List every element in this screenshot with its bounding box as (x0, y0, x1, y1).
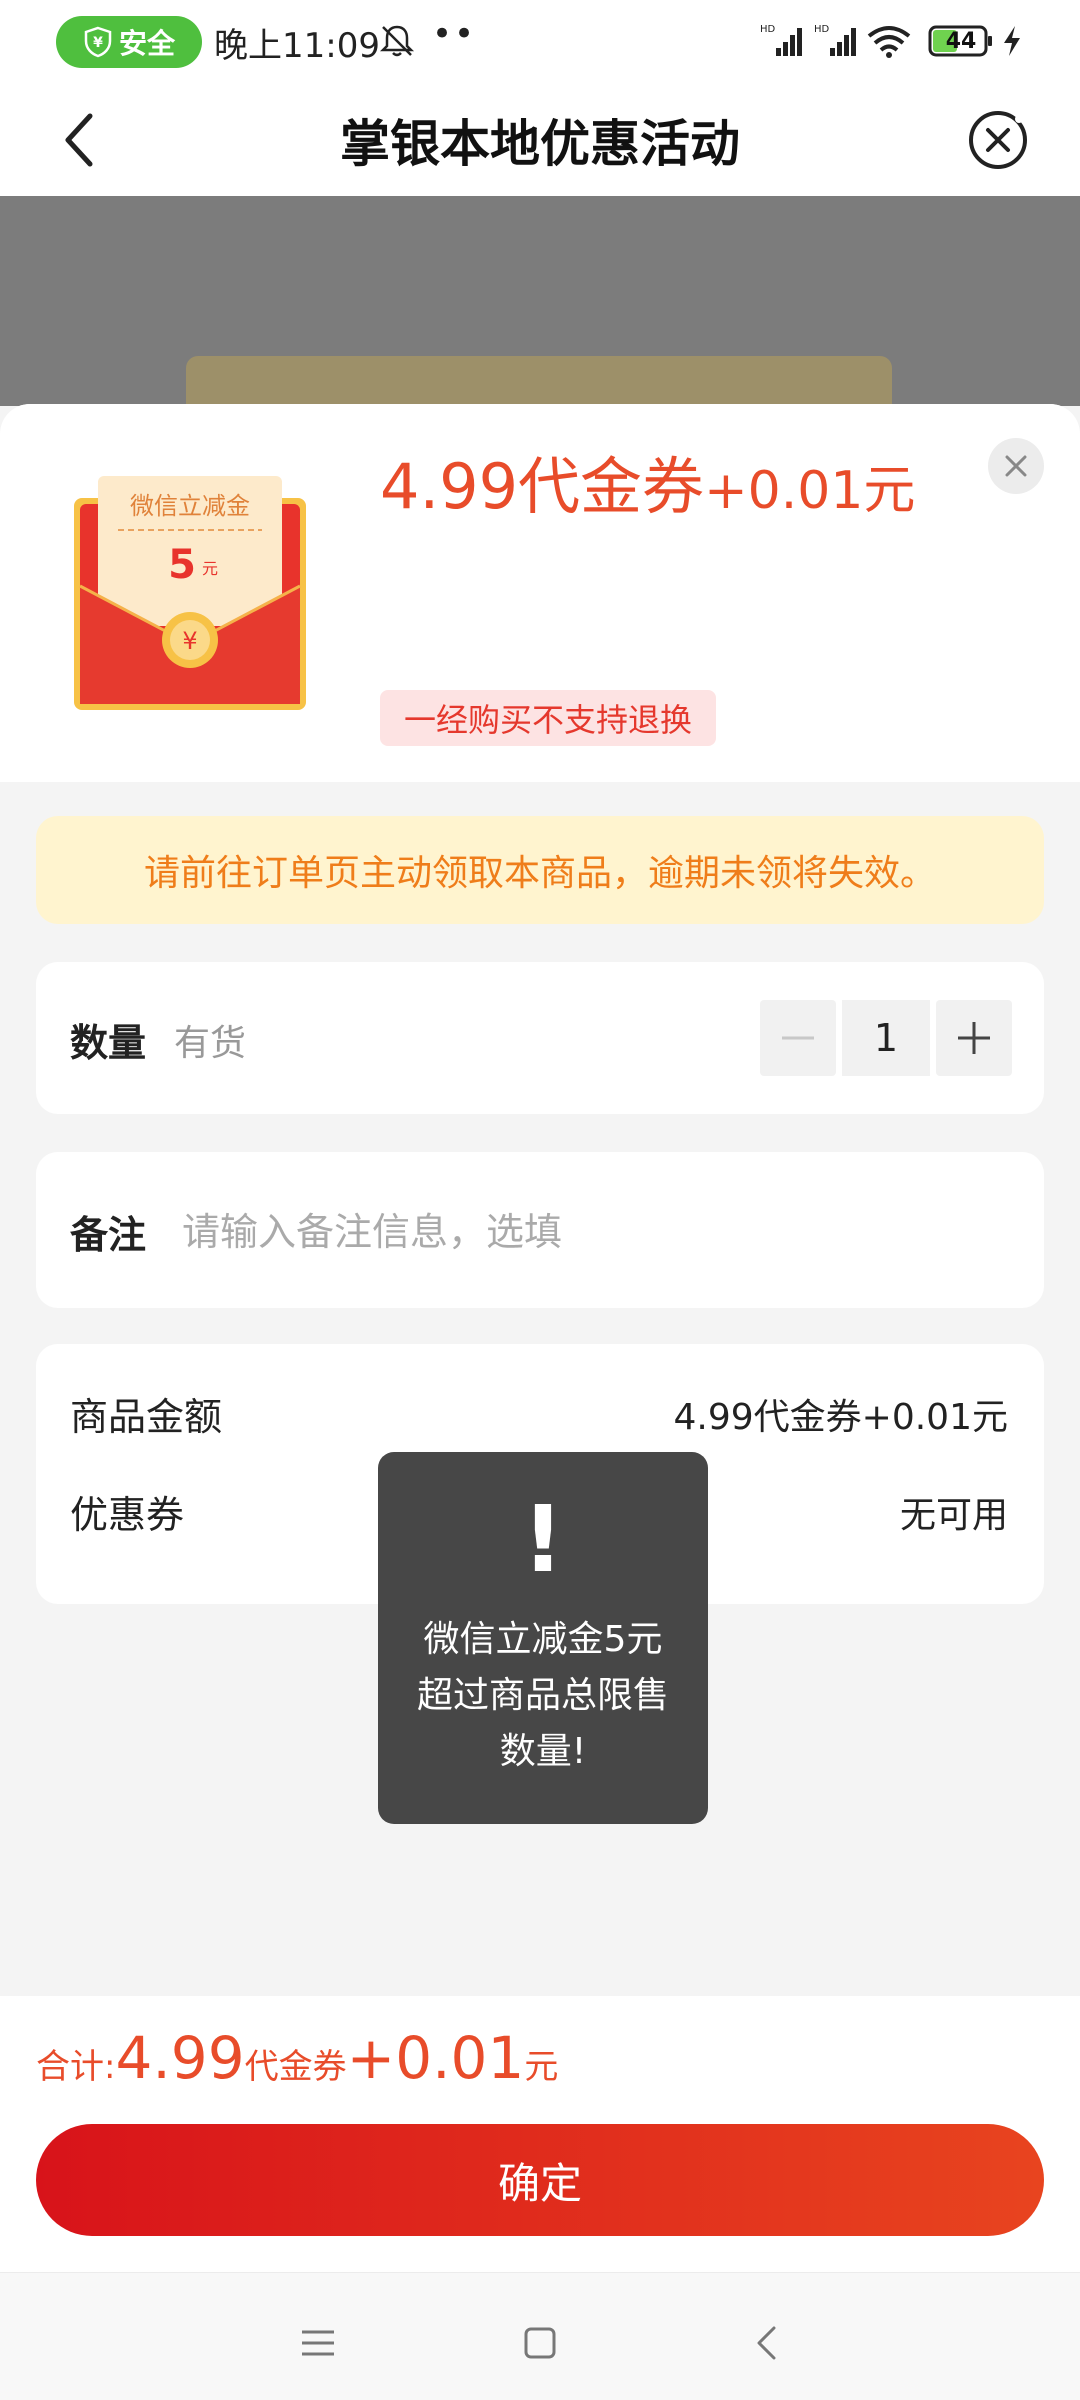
menu-nav-button[interactable] (288, 2313, 348, 2373)
error-toast: ! 微信立减金5元 超过商品总限售数量! (378, 1452, 708, 1824)
safe-label: 安全 (118, 27, 175, 60)
safe-badge: ¥ 安全 (56, 16, 202, 68)
svg-text:HD: HD (760, 24, 776, 35)
back-icon (757, 2326, 776, 2360)
more-dots: •• (432, 14, 477, 54)
background-ticket (186, 356, 892, 406)
menu-icon (302, 2330, 334, 2356)
total-unit-2: 元 (524, 2047, 559, 2087)
amount-value: 4.99代金券+0.01元 (673, 1397, 1008, 1438)
coupon-image-title: 微信立减金 (130, 492, 250, 520)
backdrop-overlay[interactable] (0, 196, 1080, 406)
bottom-action-bar: 合计: 4.99 代金券 + 0.01 元 确定 (0, 1996, 1080, 2272)
purchase-sheet: 微信立减金 5 元 ¥ 4.99代金券+0.01元 一经购买不支持退换 请前往订… (0, 404, 1080, 2000)
notice-banner: 请前往订单页主动领取本商品，逾期未领将失效。 (36, 816, 1044, 924)
stock-status: 有货 (174, 1023, 247, 1064)
coupon-label: 优惠券 (70, 1493, 185, 1537)
decrease-button[interactable] (760, 1000, 836, 1076)
coupon-image-amount: 5 (168, 542, 196, 588)
price-main: 4.99代金券 (380, 450, 705, 523)
coupon-value[interactable]: 无可用 (900, 1486, 1008, 1538)
home-nav-button[interactable] (510, 2313, 570, 2373)
total-price: 合计: 4.99 代金券 + 0.01 元 (36, 2024, 558, 2092)
shield-icon: ¥ (84, 26, 112, 58)
clock: 晚上11:09 (214, 26, 380, 66)
signal-icon: HD (760, 24, 802, 56)
price-plus: +0.01元 (704, 461, 916, 521)
charging-icon (1004, 26, 1020, 56)
close-circle-icon (969, 111, 1027, 169)
product-header: 微信立减金 5 元 ¥ 4.99代金券+0.01元 一经购买不支持退换 (0, 404, 1080, 782)
minus-icon (782, 1036, 814, 1040)
wifi-icon (867, 26, 911, 58)
quantity-card: 数量 有货 1 (36, 962, 1044, 1114)
bell-muted-icon (379, 25, 415, 57)
product-price-title: 4.99代金券+0.01元 (380, 436, 915, 526)
note-label: 备注 (70, 1213, 147, 1257)
total-unit-1: 代金券 (244, 2047, 347, 2087)
svg-text:¥: ¥ (182, 627, 197, 655)
battery-level: 44 (945, 28, 977, 54)
total-plus: + (346, 2024, 396, 2092)
quantity-value[interactable]: 1 (842, 1000, 930, 1076)
close-sheet-button[interactable] (988, 438, 1044, 494)
total-number-2: 0.01 (395, 2024, 525, 2092)
amount-label: 商品金额 (70, 1395, 223, 1439)
red-envelope-coupon-image: 微信立减金 5 元 ¥ (74, 476, 306, 710)
close-icon (1005, 455, 1027, 477)
title-bar: 掌银本地优惠活动 (0, 84, 1080, 196)
toast-message: 微信立减金5元 超过商品总限售数量! (416, 1619, 669, 1772)
note-card: 备注 (36, 1152, 1044, 1308)
system-nav-bar (0, 2272, 1080, 2400)
svg-text:¥: ¥ (93, 35, 103, 51)
total-label: 合计: (36, 2047, 116, 2087)
no-refund-tag: 一经购买不支持退换 (380, 690, 717, 746)
back-nav-button[interactable] (736, 2313, 796, 2373)
close-page-button[interactable] (956, 98, 1040, 182)
signal-icon: HD (814, 24, 856, 56)
svg-text:HD: HD (814, 24, 830, 35)
coupon-image-unit: 元 (202, 559, 218, 578)
status-bar: ¥ 安全 晚上11:09 •• HD HD 44 (0, 0, 1080, 84)
note-input[interactable] (182, 1202, 1002, 1262)
confirm-button[interactable]: 确定 (36, 2124, 1044, 2236)
quantity-stepper: 1 (760, 1000, 1012, 1076)
total-number-1: 4.99 (115, 2024, 245, 2092)
home-icon (524, 2327, 556, 2359)
quantity-label: 数量 (70, 1021, 147, 1065)
page-title: 掌银本地优惠活动 (340, 115, 740, 173)
increase-button[interactable] (936, 1000, 1012, 1076)
exclamation-icon: ! (522, 1486, 564, 1593)
plus-icon (958, 1022, 990, 1054)
